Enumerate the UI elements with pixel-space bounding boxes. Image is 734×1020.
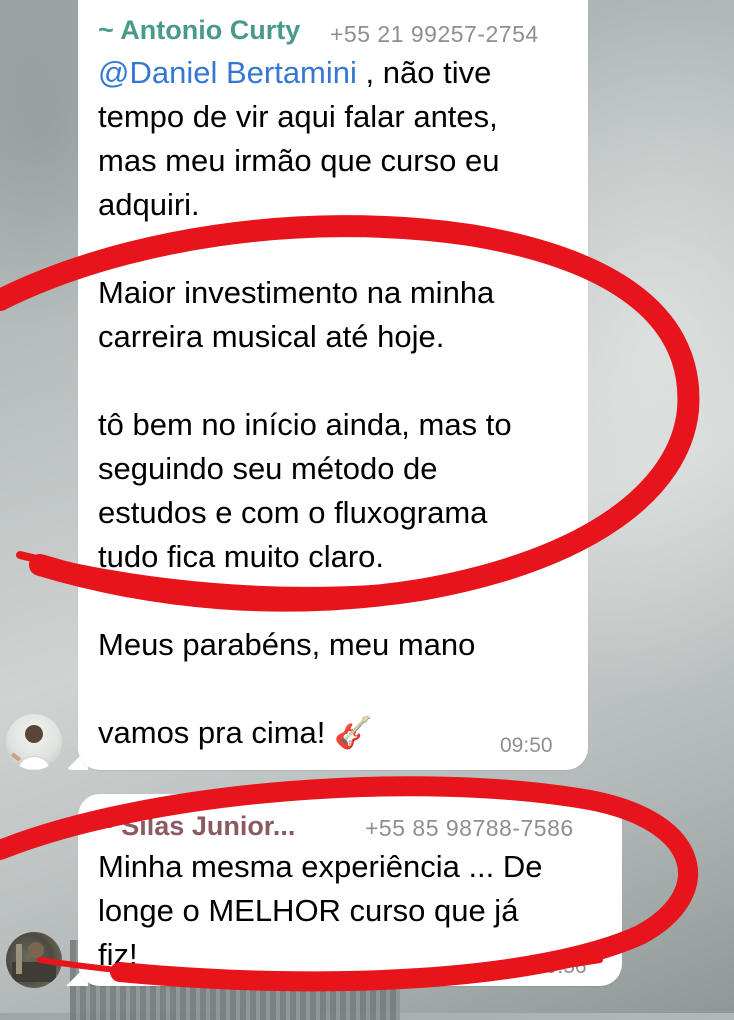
message-text: Minha mesma experiência ... De longe o M… [98, 849, 543, 972]
message-paragraph: Meus parabéns, meu mano [98, 627, 476, 662]
message-paragraph: Maior investimento na minha carreira mus… [98, 275, 495, 354]
sender-phone: +55 85 98788-7586 [365, 815, 574, 841]
message-text: @Daniel Bertamini , não tive tempo de vi… [98, 51, 499, 227]
user-avatar-icon[interactable] [6, 714, 62, 770]
message-time: 09:50 [500, 734, 553, 757]
sender-name[interactable]: ~ Silas Junior... [98, 811, 295, 842]
message-bubble-antonio[interactable]: ~ Antonio Curty +55 21 99257-2754 @Danie… [78, 0, 588, 770]
message-paragraph: tô bem no início ainda, mas to seguindo … [98, 407, 512, 574]
message-bubble-silas[interactable]: ~ Silas Junior... +55 85 98788-7586 Minh… [78, 794, 622, 986]
avatar-photo [10, 725, 51, 770]
user-avatar-icon[interactable] [6, 932, 62, 988]
sender-phone: +55 21 99257-2754 [330, 21, 539, 47]
avatar-photo [12, 942, 56, 982]
mention-link[interactable]: @Daniel Bertamini [98, 55, 357, 90]
message-time: 09:56 [534, 955, 587, 978]
message-paragraph: vamos pra cima! 🎸 [98, 715, 373, 750]
sender-name[interactable]: ~ Antonio Curty [98, 15, 300, 46]
